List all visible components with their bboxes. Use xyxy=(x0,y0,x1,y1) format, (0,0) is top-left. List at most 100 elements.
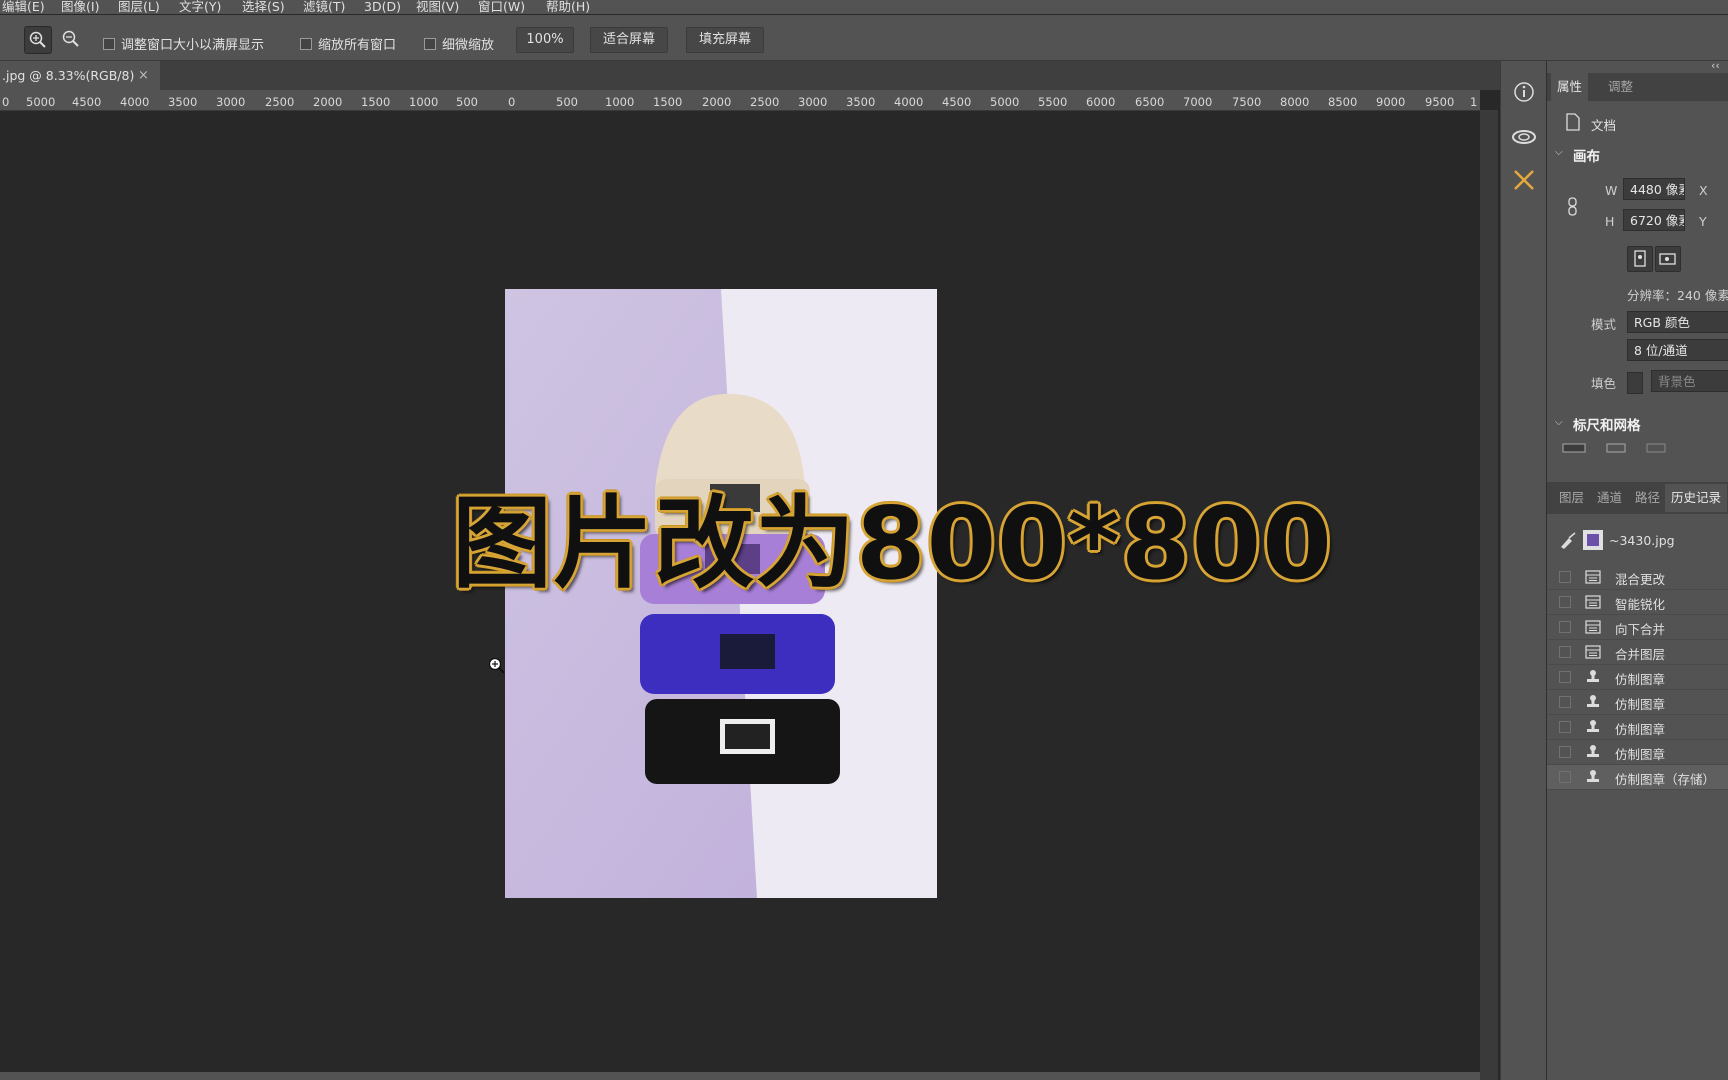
ruler-grid-buttons[interactable] xyxy=(1561,442,1671,454)
history-checkbox[interactable] xyxy=(1559,746,1571,758)
history-brush-icon[interactable] xyxy=(1559,532,1577,550)
snapshot-name[interactable]: ~3430.jpg xyxy=(1609,533,1675,548)
width-field[interactable]: 4480 像素 xyxy=(1623,178,1685,200)
ruler-tick-label: 1000 xyxy=(605,95,635,109)
history-item[interactable]: 合并图层 xyxy=(1547,640,1728,665)
zoom-out-button[interactable] xyxy=(58,26,84,52)
document-icon xyxy=(1585,644,1601,660)
history-checkbox[interactable] xyxy=(1559,696,1571,708)
portrait-icon xyxy=(1634,250,1646,267)
history-item[interactable]: 仿制图章（存储） xyxy=(1547,765,1728,790)
menu-help[interactable]: 帮助(H) xyxy=(546,0,590,13)
ruler-tick-label: 5500 xyxy=(1038,95,1068,109)
tab-properties[interactable]: 属性 xyxy=(1551,73,1589,101)
document-tab-bar: .jpg @ 8.33%(RGB/8) × xyxy=(0,61,1500,90)
history-item[interactable]: 仿制图章 xyxy=(1547,740,1728,765)
history-item-label: 仿制图章 xyxy=(1615,747,1666,762)
menu-3d[interactable]: 3D(D) xyxy=(364,0,401,13)
zoom-in-icon xyxy=(29,31,46,48)
history-checkbox[interactable] xyxy=(1559,646,1571,658)
history-checkbox[interactable] xyxy=(1559,596,1571,608)
ruler-tick-label: 4500 xyxy=(72,95,102,109)
menu-filter[interactable]: 滤镜(T) xyxy=(303,0,345,13)
history-checkbox[interactable] xyxy=(1559,621,1571,633)
fill-select[interactable]: 背景色 xyxy=(1651,370,1728,392)
zoom-100-button[interactable]: 100% xyxy=(516,27,574,53)
close-icon[interactable]: × xyxy=(138,61,149,90)
fill-swatch[interactable] xyxy=(1627,372,1643,394)
history-item[interactable]: 仿制图章 xyxy=(1547,715,1728,740)
height-label: H xyxy=(1605,214,1615,229)
info-icon[interactable] xyxy=(1509,77,1539,107)
menu-view[interactable]: 视图(V) xyxy=(416,0,459,13)
fill-screen-button[interactable]: 填充屏幕 xyxy=(686,27,764,53)
document-tab[interactable]: .jpg @ 8.33%(RGB/8) × xyxy=(0,61,160,90)
zoom-cursor-icon xyxy=(488,657,505,674)
chevron-down-icon[interactable]: ⌵ xyxy=(1555,417,1563,428)
mode-label: 模式 xyxy=(1591,317,1617,332)
menu-window[interactable]: 窗口(W) xyxy=(478,0,525,13)
history-checkbox[interactable] xyxy=(1559,571,1571,583)
doc-label: 文档 xyxy=(1591,118,1617,133)
document-tab-title: .jpg @ 8.33%(RGB/8) xyxy=(2,68,135,83)
menu-type[interactable]: 文字(Y) xyxy=(179,0,221,13)
vertical-scrollbar[interactable] xyxy=(1480,110,1498,1080)
history-item-label: 仿制图章（存储） xyxy=(1615,772,1716,787)
landscape-orientation-button[interactable] xyxy=(1655,246,1681,272)
history-checkbox[interactable] xyxy=(1559,771,1571,783)
history-checkbox[interactable] xyxy=(1559,671,1571,683)
tools-icon[interactable] xyxy=(1509,165,1539,195)
checkbox-box xyxy=(300,37,312,50)
chevron-down-icon[interactable]: ⌵ xyxy=(1555,147,1563,158)
zoom-all-windows-checkbox[interactable]: 缩放所有窗口 xyxy=(300,34,396,53)
mode-select[interactable]: RGB 颜色 xyxy=(1627,311,1728,333)
stamp-icon xyxy=(1585,719,1601,735)
bit-depth-select[interactable]: 8 位/通道 xyxy=(1627,339,1728,361)
link-icon[interactable] xyxy=(1567,197,1579,217)
resize-windows-checkbox[interactable]: 调整窗口大小以满屏显示 xyxy=(103,34,264,53)
history-checkbox[interactable] xyxy=(1559,721,1571,733)
zoom-in-button[interactable] xyxy=(24,26,52,54)
ruler-tick-label: 4000 xyxy=(894,95,924,109)
ruler-tick-label: 3000 xyxy=(798,95,828,109)
properties-panel: ‹‹ 属性 调整 文档 ⌵ 画布 W 4480 像素 X H 6720 像素 Y… xyxy=(1546,61,1728,1080)
collapse-icon[interactable]: ‹‹ xyxy=(1711,61,1720,72)
ruler-tick-label: 4000 xyxy=(120,95,150,109)
horizontal-ruler: 0 5000 4500 4000 3500 3000 2500 2000 1500 1000 500… xyxy=(0,90,1480,111)
scrubby-zoom-checkbox[interactable]: 细微缩放 xyxy=(424,34,494,53)
stamp-icon xyxy=(1585,769,1601,785)
creative-cloud-icon[interactable] xyxy=(1509,121,1539,151)
portrait-orientation-button[interactable] xyxy=(1627,246,1653,272)
tab-paths[interactable]: 路径 xyxy=(1635,484,1660,512)
ruler-tick-label: 6000 xyxy=(1086,95,1116,109)
ruler-tick-label: 2000 xyxy=(313,95,343,109)
history-item[interactable]: 仿制图章 xyxy=(1547,690,1728,715)
menu-select[interactable]: 选择(S) xyxy=(242,0,285,13)
ruler-tick-label: 2500 xyxy=(750,95,780,109)
document-icon xyxy=(1585,619,1601,635)
history-item-label: 智能锐化 xyxy=(1615,597,1666,612)
document-icon xyxy=(1585,569,1601,585)
x-label: X xyxy=(1699,183,1708,198)
history-item[interactable]: 向下合并 xyxy=(1547,615,1728,640)
tab-history[interactable]: 历史记录 xyxy=(1665,484,1728,512)
history-item[interactable]: 仿制图章 xyxy=(1547,665,1728,690)
height-field[interactable]: 6720 像素 xyxy=(1623,209,1685,231)
tab-adjustments[interactable]: 调整 xyxy=(1608,73,1633,101)
menu-layer[interactable]: 图层(L) xyxy=(118,0,160,13)
menu-image[interactable]: 图像(I) xyxy=(61,0,99,13)
ruler-tick-label: 9500 xyxy=(1425,95,1455,109)
panel-icon-column xyxy=(1500,61,1547,1080)
menu-edit[interactable]: 编辑(E) xyxy=(2,0,45,13)
fit-screen-button[interactable]: 适合屏幕 xyxy=(590,27,668,53)
tab-layers[interactable]: 图层 xyxy=(1559,484,1584,512)
history-item-label: 合并图层 xyxy=(1615,647,1666,662)
canvas-section-title: 画布 xyxy=(1573,149,1600,165)
ruler-tick-label: 1500 xyxy=(653,95,683,109)
history-item[interactable]: 智能锐化 xyxy=(1547,590,1728,615)
history-item[interactable]: 混合更改 xyxy=(1547,565,1728,590)
ruler-tick-label: 7500 xyxy=(1232,95,1262,109)
ruler-tick-label: 8500 xyxy=(1328,95,1358,109)
tab-channels[interactable]: 通道 xyxy=(1597,484,1622,512)
width-label: W xyxy=(1605,183,1618,198)
